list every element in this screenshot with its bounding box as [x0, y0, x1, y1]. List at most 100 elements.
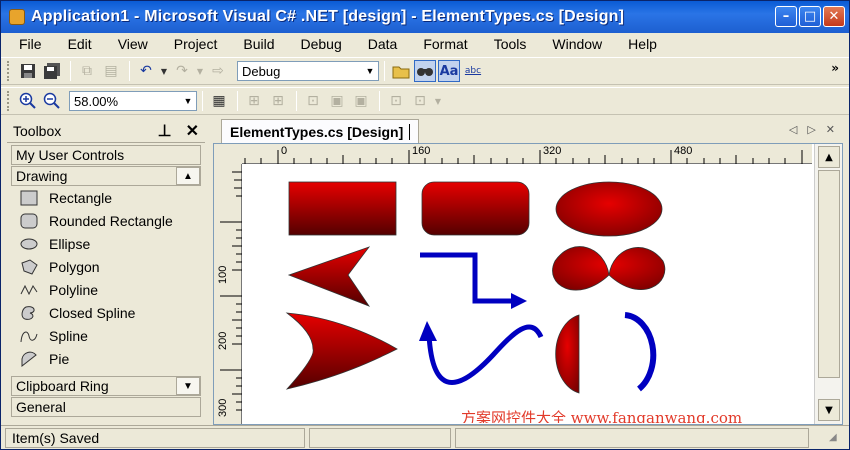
ellipse-icon	[19, 235, 39, 253]
save-icon[interactable]	[17, 60, 39, 82]
rectangle-shape[interactable]	[288, 181, 397, 236]
scroll-down-icon[interactable]: ▼	[818, 399, 840, 421]
toolbar-overflow-icon[interactable]: »	[831, 61, 839, 75]
open-folder-icon[interactable]	[390, 60, 412, 82]
spelling-icon[interactable]: abc	[462, 60, 484, 82]
zoom-in-icon[interactable]	[17, 90, 39, 112]
align-left-icon[interactable]: ⊞	[243, 90, 265, 112]
title-bar[interactable]: Application1 - Microsoft Visual C# .NET …	[1, 1, 849, 33]
menu-debug[interactable]: Debug	[288, 36, 355, 52]
scroll-up-icon[interactable]: ▲	[818, 146, 840, 168]
tab-clipboard-ring[interactable]: Clipboard Ring ▼	[11, 376, 201, 396]
tab-my-user-controls[interactable]: My User Controls	[11, 145, 201, 165]
resize-grip-icon[interactable]: ◢	[829, 432, 837, 443]
ruler-label: 0	[281, 145, 288, 157]
redo-dropdown-icon[interactable]: ▼	[195, 60, 205, 82]
horizontal-ruler: 0 160 320 480	[242, 144, 812, 164]
tool-closed-spline[interactable]: Closed Spline	[7, 301, 205, 324]
paste-icon[interactable]: ▤	[100, 60, 122, 82]
tool-rounded-rectangle[interactable]: Rounded Rectangle	[7, 209, 205, 232]
menu-file[interactable]: File	[7, 36, 55, 52]
tab-elementtypes-design[interactable]: ElementTypes.cs [Design]	[221, 119, 420, 143]
standard-toolbar: ⧉ ▤ ↶ ▼ ↷ ▼ ⇨ Debug ▼ Aa abc	[1, 57, 849, 85]
align-center-icon[interactable]: ⊞	[267, 90, 289, 112]
previous-document-icon[interactable]: ◁	[789, 123, 797, 136]
arc-shape[interactable]	[624, 312, 657, 392]
zoom-out-icon[interactable]	[41, 90, 63, 112]
grid-icon[interactable]: ▦	[208, 90, 230, 112]
rounded-rectangle-shape[interactable]	[421, 181, 530, 236]
ungroup-icon[interactable]: ⊡	[409, 90, 431, 112]
tool-polygon[interactable]: Polygon	[7, 255, 205, 278]
pin-icon[interactable]: ⊥	[158, 121, 172, 141]
maximize-button[interactable]: □	[799, 6, 821, 27]
copy-icon[interactable]: ⧉	[76, 60, 98, 82]
tool-rectangle[interactable]: Rectangle	[7, 186, 205, 209]
next-document-icon[interactable]: ▷	[807, 123, 815, 136]
zoom-select[interactable]: 58.00% ▼	[69, 91, 197, 111]
pie-shape[interactable]	[555, 314, 580, 394]
polyline-icon	[19, 281, 39, 299]
toolbox-items: Rectangle Rounded Rectangle Ellipse Poly…	[7, 186, 205, 376]
scroll-thumb[interactable]	[818, 170, 840, 378]
group-icon[interactable]: ⊡	[385, 90, 407, 112]
polyline-shape[interactable]	[420, 252, 519, 304]
menu-help[interactable]: Help	[615, 36, 670, 52]
close-icon[interactable]: ✕	[186, 121, 199, 141]
tab-general[interactable]: General	[11, 397, 201, 417]
vertical-scrollbar[interactable]: ▲ ▼	[814, 144, 842, 424]
closed-spline-icon	[19, 304, 39, 322]
ruler-corner	[214, 144, 242, 164]
menu-data[interactable]: Data	[355, 36, 411, 52]
vertical-ruler: 100 200 300	[214, 164, 242, 424]
send-back-icon[interactable]: ▣	[350, 90, 372, 112]
font-icon[interactable]: Aa	[438, 60, 460, 82]
spline-shape[interactable]	[426, 324, 544, 385]
bring-front-icon[interactable]: ▣	[326, 90, 348, 112]
ruler-label: 200	[217, 331, 229, 350]
ruler-label: 100	[217, 265, 229, 284]
tab-drawing[interactable]: Drawing ▲	[11, 166, 201, 186]
menu-build[interactable]: Build	[230, 36, 287, 52]
spline-icon	[19, 327, 39, 345]
status-message: Item(s) Saved	[5, 427, 305, 448]
tab-label: ElementTypes.cs [Design]	[230, 123, 404, 140]
toolbar-grip-2[interactable]	[7, 91, 11, 111]
redo-icon[interactable]: ↷	[171, 60, 193, 82]
toolbox-title: Toolbox	[13, 122, 62, 139]
tool-label: Polyline	[49, 281, 99, 298]
curved-polygon-shape[interactable]	[285, 312, 398, 390]
close-button[interactable]: ✕	[823, 6, 845, 27]
more-dropdown-icon[interactable]: ▼	[433, 90, 443, 112]
tool-polyline[interactable]: Polyline	[7, 278, 205, 301]
solution-config-select[interactable]: Debug ▼	[237, 61, 379, 81]
rounded-rectangle-icon	[19, 212, 39, 230]
scroll-up-icon[interactable]: ▲	[176, 167, 200, 185]
drawing-canvas[interactable]: 方案网控件大全 www.fanganwang.com	[243, 165, 813, 423]
closed-spline-shape[interactable]	[552, 246, 666, 291]
menu-edit[interactable]: Edit	[55, 36, 105, 52]
tab-label: Clipboard Ring	[16, 378, 109, 394]
menu-project[interactable]: Project	[161, 36, 231, 52]
polygon-shape[interactable]	[287, 246, 371, 307]
navigate-icon[interactable]: ⇨	[207, 60, 229, 82]
tool-label: Ellipse	[49, 235, 91, 252]
scroll-down-icon[interactable]: ▼	[176, 377, 200, 395]
close-document-icon[interactable]: ✕	[826, 123, 835, 136]
save-all-icon[interactable]	[41, 60, 63, 82]
connect-icon[interactable]: ⊡	[302, 90, 324, 112]
minimize-button[interactable]: –	[775, 6, 797, 27]
menu-format[interactable]: Format	[410, 36, 480, 52]
tool-spline[interactable]: Spline	[7, 324, 205, 347]
toolbox-header: Toolbox ⊥ ✕	[7, 119, 205, 143]
menu-view[interactable]: View	[105, 36, 161, 52]
ellipse-shape[interactable]	[555, 181, 663, 237]
menu-tools[interactable]: Tools	[481, 36, 540, 52]
find-icon[interactable]	[414, 60, 436, 82]
undo-icon[interactable]: ↶	[135, 60, 157, 82]
tool-pie[interactable]: Pie	[7, 347, 205, 370]
menu-window[interactable]: Window	[539, 36, 615, 52]
toolbar-grip[interactable]	[7, 61, 11, 81]
tool-ellipse[interactable]: Ellipse	[7, 232, 205, 255]
undo-dropdown-icon[interactable]: ▼	[159, 60, 169, 82]
